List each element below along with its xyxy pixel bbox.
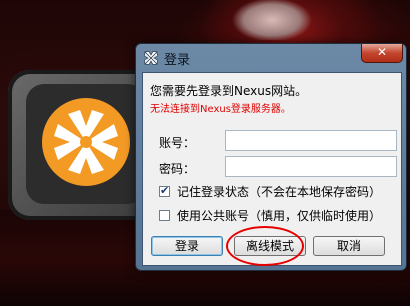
- close-icon: ✕: [376, 45, 388, 59]
- checkbox-check-icon: ✔: [160, 184, 170, 197]
- login-button[interactable]: 登录: [151, 236, 223, 256]
- dialog-title: 登录: [164, 53, 191, 68]
- dialog-titlebar[interactable]: 登录 ✕: [136, 44, 406, 72]
- close-button[interactable]: ✕: [361, 44, 403, 63]
- red-highlight-circle: [226, 226, 304, 266]
- public-account-option[interactable]: 使用公共账号（慎用，仅供临时使用）: [159, 207, 381, 224]
- nexus-logo-icon: [42, 98, 130, 186]
- remember-login-label: 记住登录状态（不会在本地保存密码）: [177, 185, 382, 199]
- account-label: 账号：: [159, 136, 196, 150]
- cancel-button[interactable]: 取消: [313, 236, 385, 256]
- password-input[interactable]: [225, 156, 397, 177]
- connection-error-message: 无法连接到Nexus登录服务器。: [150, 104, 291, 115]
- public-account-checkbox[interactable]: [159, 210, 170, 221]
- account-input[interactable]: [225, 130, 397, 151]
- remember-login-option[interactable]: ✔ 记住登录状态（不会在本地保存密码）: [159, 183, 381, 200]
- remember-login-checkbox[interactable]: ✔: [159, 184, 170, 197]
- anime-art-face: [232, 0, 312, 40]
- dialog-app-icon: [144, 51, 158, 65]
- login-required-message: 您需要先登录到Nexus网站。: [150, 84, 308, 98]
- public-account-label: 使用公共账号（慎用，仅供临时使用）: [177, 209, 382, 223]
- password-label: 密码：: [159, 162, 196, 176]
